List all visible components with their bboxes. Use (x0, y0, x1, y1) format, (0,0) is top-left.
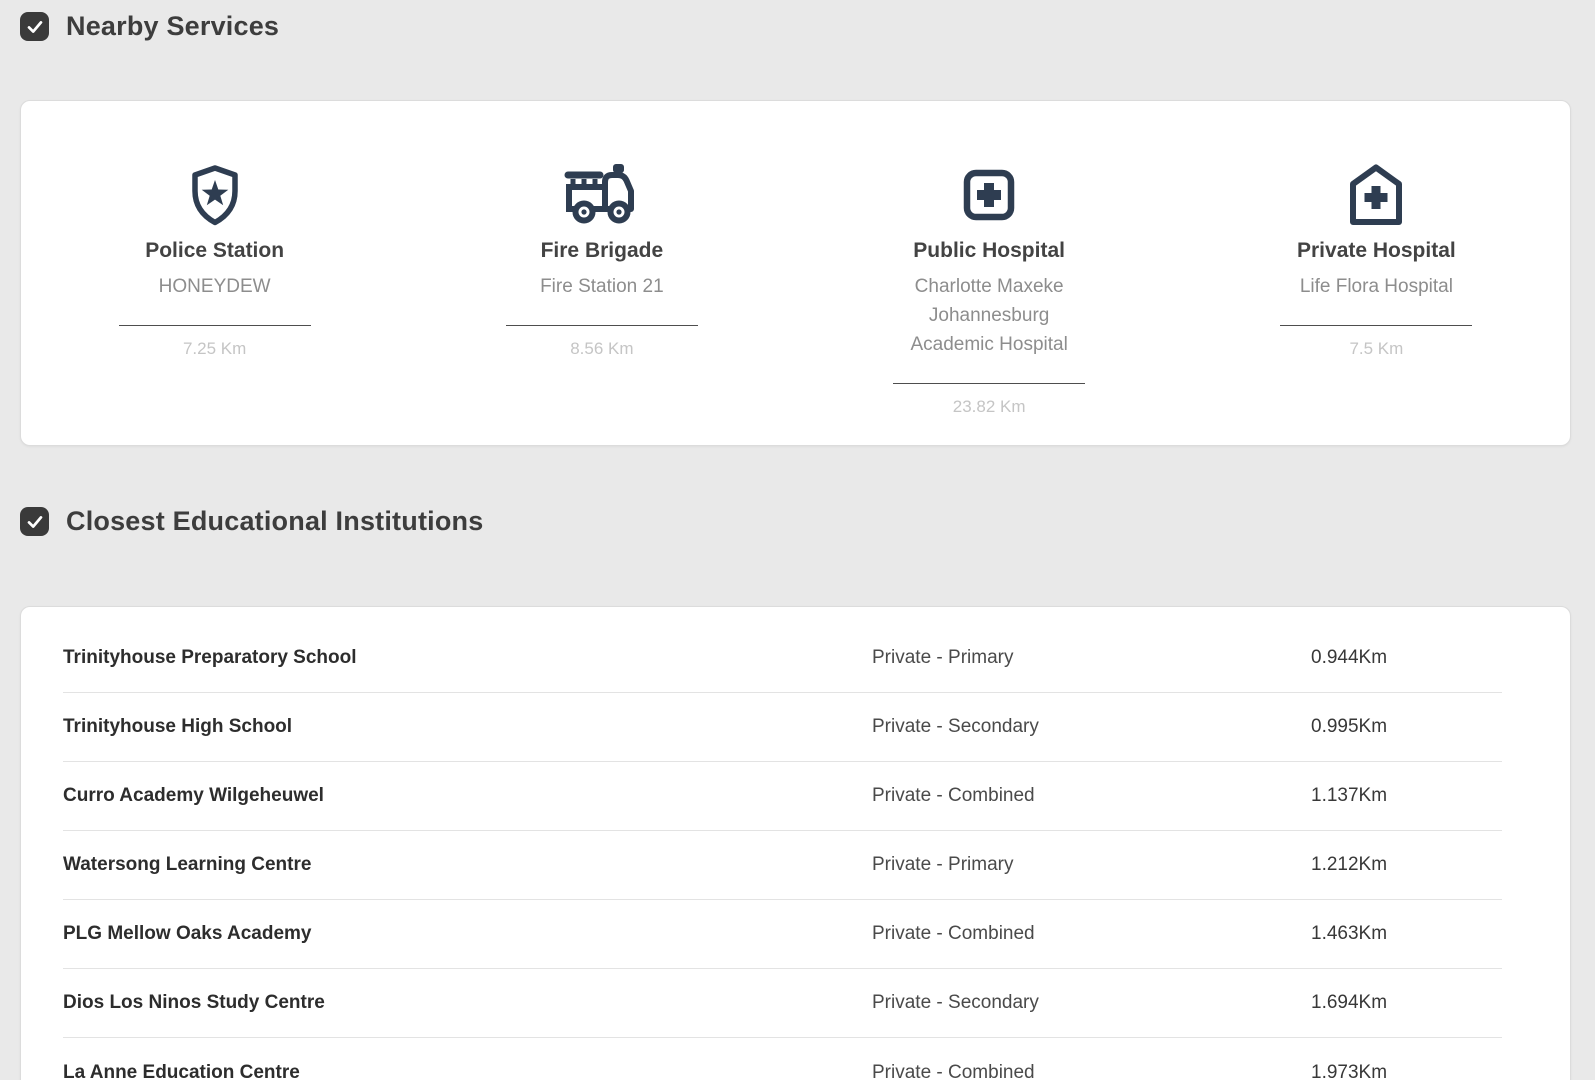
institution-name: Dios Los Ninos Study Centre (63, 992, 872, 1014)
education-card: Trinityhouse Preparatory School Private … (20, 606, 1571, 1080)
service-name: Charlotte Maxeke Johannesburg Academic H… (891, 272, 1087, 359)
institution-name: La Anne Education Centre (63, 1062, 872, 1080)
nearby-services-card: Police Station HONEYDEW 7.25 Km Fire Bri… (20, 100, 1571, 446)
private-hospital-icon-container (1344, 161, 1408, 229)
institution-type: Private - Combined (872, 1062, 1311, 1080)
service-distance: 8.56 Km (570, 339, 633, 359)
institution-type: Private - Primary (872, 647, 1311, 669)
service-divider (893, 383, 1085, 384)
institution-name: Trinityhouse Preparatory School (63, 647, 872, 669)
service-title: Private Hospital (1297, 239, 1456, 263)
police-shield-icon-container (183, 161, 247, 229)
service-distance: 23.82 Km (953, 397, 1026, 417)
service-title: Police Station (145, 239, 284, 263)
private-hospital-icon (1344, 163, 1408, 227)
public-hospital-icon-container (957, 161, 1021, 229)
nearby-services-checkbox[interactable] (20, 12, 49, 41)
institution-row: Watersong Learning Centre Private - Prim… (63, 831, 1502, 900)
institution-type: Private - Secondary (872, 992, 1311, 1014)
institution-row: Trinityhouse High School Private - Secon… (63, 693, 1502, 762)
service-card: Private Hospital Life Flora Hospital 7.5… (1183, 161, 1570, 359)
service-name: HONEYDEW (159, 272, 271, 301)
service-card: Public Hospital Charlotte Maxeke Johanne… (796, 161, 1183, 417)
service-card: Police Station HONEYDEW 7.25 Km (21, 161, 408, 359)
institution-type: Private - Secondary (872, 716, 1311, 738)
property-report-page: { "page": { "background": "#e9e9e9", "ic… (0, 11, 1595, 1080)
nearby-services-header: Nearby Services (20, 11, 1595, 42)
service-distance: 7.5 Km (1349, 339, 1403, 359)
service-divider (1280, 325, 1472, 326)
institution-distance: 1.973Km (1311, 1062, 1502, 1080)
institution-name: Curro Academy Wilgeheuwel (63, 785, 872, 807)
institution-name: PLG Mellow Oaks Academy (63, 923, 872, 945)
service-title: Public Hospital (913, 239, 1065, 263)
police-shield-icon (183, 163, 247, 227)
service-title: Fire Brigade (541, 239, 664, 263)
institution-row: La Anne Education Centre Private - Combi… (63, 1038, 1502, 1080)
education-title: Closest Educational Institutions (66, 506, 483, 537)
institution-row: Curro Academy Wilgeheuwel Private - Comb… (63, 762, 1502, 831)
check-icon (24, 16, 46, 38)
institution-distance: 1.212Km (1311, 854, 1502, 876)
institution-name: Trinityhouse High School (63, 716, 872, 738)
institution-type: Private - Combined (872, 923, 1311, 945)
service-divider (506, 325, 698, 326)
institution-type: Private - Primary (872, 854, 1311, 876)
service-card: Fire Brigade Fire Station 21 8.56 Km (408, 161, 795, 359)
service-distance: 7.25 Km (183, 339, 246, 359)
institution-row: PLG Mellow Oaks Academy Private - Combin… (63, 900, 1502, 969)
institution-type: Private - Combined (872, 785, 1311, 807)
nearby-services-title: Nearby Services (66, 11, 279, 42)
institution-row: Dios Los Ninos Study Centre Private - Se… (63, 969, 1502, 1038)
institution-distance: 0.944Km (1311, 647, 1502, 669)
education-header: Closest Educational Institutions (20, 506, 1595, 537)
public-hospital-icon (957, 163, 1021, 227)
fire-truck-icon-container (561, 161, 643, 229)
institution-distance: 0.995Km (1311, 716, 1502, 738)
institution-distance: 1.463Km (1311, 923, 1502, 945)
institution-distance: 1.137Km (1311, 785, 1502, 807)
fire-truck-icon (561, 162, 643, 228)
education-checkbox[interactable] (20, 507, 49, 536)
service-name: Fire Station 21 (540, 272, 664, 301)
service-name: Life Flora Hospital (1300, 272, 1453, 301)
institution-name: Watersong Learning Centre (63, 854, 872, 876)
service-divider (119, 325, 311, 326)
check-icon (24, 511, 46, 533)
institution-row: Trinityhouse Preparatory School Private … (63, 624, 1502, 693)
institution-distance: 1.694Km (1311, 992, 1502, 1014)
